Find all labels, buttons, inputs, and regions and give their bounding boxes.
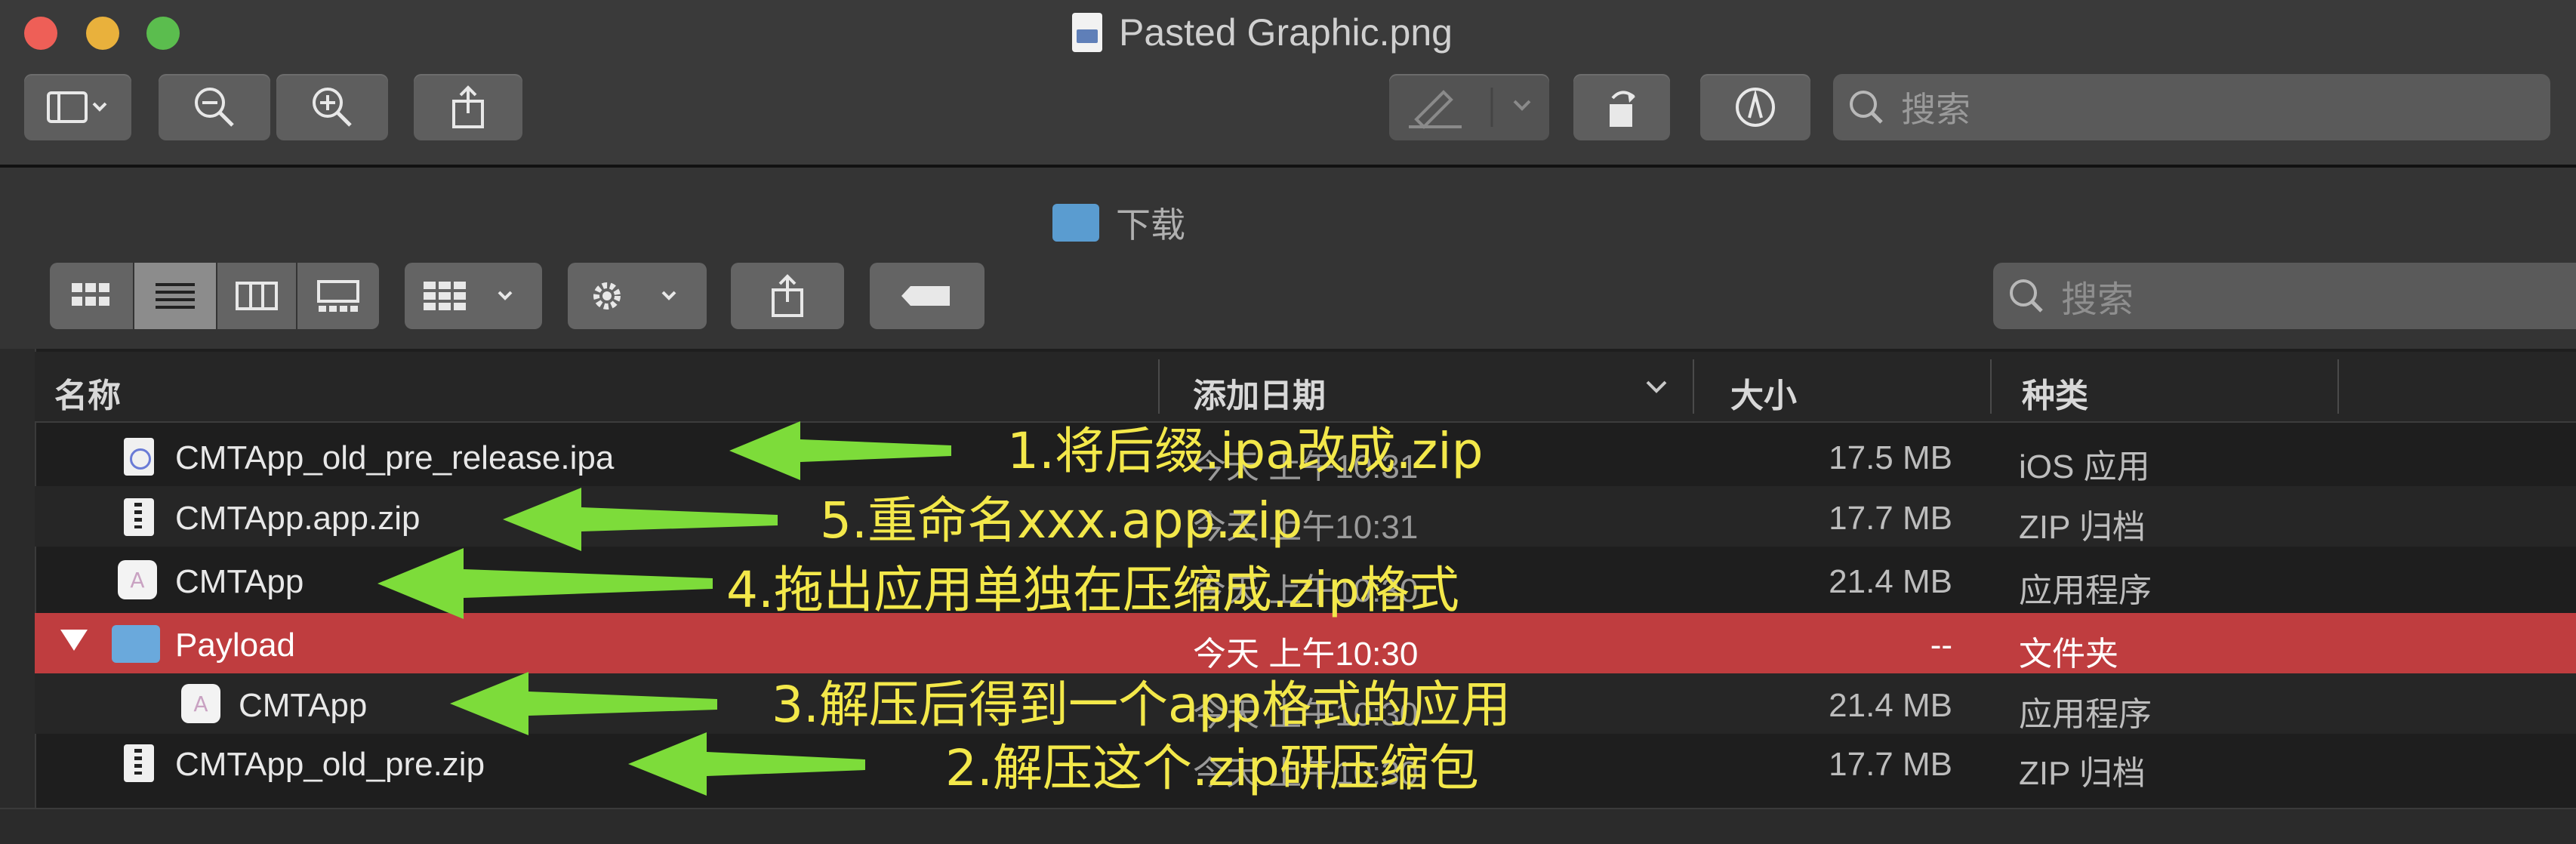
column-kind-header[interactable]: 种类 bbox=[2022, 368, 2088, 417]
file-name: Payload bbox=[175, 627, 296, 664]
column-divider[interactable] bbox=[1158, 359, 1160, 414]
gallery-view-button[interactable] bbox=[297, 263, 379, 329]
file-size: 21.4 MB bbox=[1829, 563, 1952, 600]
tag-icon bbox=[901, 286, 950, 306]
close-window-button[interactable] bbox=[24, 17, 57, 50]
finder-folder-title: 下载 bbox=[1052, 198, 1185, 248]
zoom-in-icon bbox=[313, 88, 352, 127]
file-row[interactable]: CMTApp.app.zip 今天 上午10:31 17.7 MB ZIP 归档 bbox=[35, 486, 2576, 547]
window-title: Pasted Graphic.png bbox=[1072, 8, 1453, 57]
annotation-arrow-2 bbox=[628, 732, 865, 796]
finder-bottom-edge bbox=[0, 808, 2576, 844]
column-divider[interactable] bbox=[1693, 359, 1694, 414]
zoom-window-button[interactable] bbox=[146, 17, 180, 50]
gallery-icon bbox=[317, 280, 359, 312]
annotation-step-2: 2.解压这个.zip研压缩包 bbox=[945, 739, 1479, 797]
downloads-folder-icon bbox=[1052, 204, 1099, 242]
toolbar-search-field[interactable]: 搜索 bbox=[1833, 74, 2550, 140]
zoom-in-button[interactable] bbox=[276, 74, 388, 140]
annotation-step-4: 4.拖出应用单独在压缩成.zip格式 bbox=[726, 561, 1459, 619]
file-size: 21.4 MB bbox=[1829, 687, 1952, 724]
left-scroll-strip bbox=[0, 349, 36, 808]
file-name: CMTApp.app.zip bbox=[175, 500, 421, 537]
file-name: CMTApp bbox=[239, 687, 368, 724]
column-divider[interactable] bbox=[1990, 359, 1992, 414]
file-size: -- bbox=[1930, 627, 1952, 664]
zip-file-icon bbox=[124, 498, 154, 536]
file-kind: 应用程序 bbox=[2019, 572, 2152, 609]
annotation-step-1: 1.将后缀.ipa改成.zip bbox=[1007, 422, 1484, 480]
icon-view-button[interactable] bbox=[50, 263, 133, 329]
tags-button[interactable] bbox=[870, 263, 984, 329]
search-icon bbox=[2010, 279, 2043, 313]
markup-toolbar-button[interactable] bbox=[1700, 74, 1810, 140]
group-grid-icon bbox=[424, 282, 513, 310]
file-kind: 应用程序 bbox=[2019, 696, 2152, 733]
column-size-header[interactable]: 大小 bbox=[1730, 368, 1797, 417]
file-kind: ZIP 归档 bbox=[2019, 509, 2146, 546]
search-icon bbox=[1850, 91, 1883, 124]
file-size: 17.7 MB bbox=[1829, 500, 1952, 537]
finder-share-button[interactable] bbox=[731, 263, 844, 329]
finder-folder-title-text: 下载 bbox=[1116, 205, 1185, 245]
annotation-step-3: 3.解压后得到一个app格式的应用 bbox=[772, 676, 1511, 734]
annotation-arrow-4 bbox=[377, 548, 713, 619]
app-icon bbox=[181, 684, 220, 723]
pen-icon bbox=[1409, 88, 1531, 129]
action-menu-button[interactable] bbox=[568, 263, 707, 329]
grid-icon bbox=[72, 283, 109, 306]
sidebar-icon bbox=[47, 91, 107, 123]
markup-pen-button[interactable] bbox=[1389, 74, 1549, 140]
markup-icon bbox=[1736, 88, 1775, 127]
group-by-button[interactable] bbox=[405, 263, 542, 329]
file-name: CMTApp_old_pre_release.ipa bbox=[175, 439, 615, 476]
column-view-button[interactable] bbox=[217, 263, 296, 329]
file-kind: iOS 应用 bbox=[2019, 448, 2150, 485]
ipa-file-icon bbox=[124, 438, 154, 476]
file-name: CMTApp bbox=[175, 563, 304, 600]
app-icon bbox=[118, 560, 157, 599]
minimize-window-button[interactable] bbox=[86, 17, 119, 50]
toolbar-search-placeholder: 搜索 bbox=[1901, 90, 1971, 129]
rotate-button[interactable] bbox=[1573, 74, 1670, 140]
list-view-button[interactable] bbox=[134, 263, 216, 329]
column-divider[interactable] bbox=[2337, 359, 2339, 414]
file-size: 17.7 MB bbox=[1829, 746, 1952, 783]
list-icon bbox=[156, 283, 195, 309]
share-icon bbox=[772, 274, 803, 317]
window-title-text: Pasted Graphic.png bbox=[1119, 11, 1453, 54]
column-name-header[interactable]: 名称 bbox=[54, 368, 121, 417]
finder-search-placeholder: 搜索 bbox=[2061, 280, 2134, 320]
sidebar-toggle-button[interactable] bbox=[24, 74, 131, 140]
zip-file-icon bbox=[124, 744, 154, 782]
share-button[interactable] bbox=[414, 74, 522, 140]
file-kind: ZIP 归档 bbox=[2019, 755, 2146, 792]
file-kind: 文件夹 bbox=[2019, 636, 2118, 673]
folder-icon bbox=[112, 625, 160, 663]
sort-chevron-icon bbox=[1646, 380, 1667, 393]
file-size: 17.5 MB bbox=[1829, 439, 1952, 476]
file-name: CMTApp_old_pre.zip bbox=[175, 746, 485, 783]
disclosure-triangle-icon[interactable] bbox=[60, 630, 88, 651]
gear-icon bbox=[593, 282, 676, 310]
finder-search-field[interactable]: 搜索 bbox=[1993, 263, 2576, 329]
share-icon bbox=[452, 85, 484, 128]
rotate-icon bbox=[1610, 91, 1635, 127]
zoom-out-icon bbox=[195, 88, 234, 127]
annotation-arrow-1 bbox=[729, 421, 951, 480]
image-file-icon bbox=[1072, 13, 1102, 52]
zoom-out-button[interactable] bbox=[159, 74, 270, 140]
column-date-header[interactable]: 添加日期 bbox=[1193, 368, 1326, 417]
columns-icon bbox=[236, 282, 278, 310]
annotation-step-5: 5.重命名xxx.app.zip bbox=[820, 491, 1303, 550]
